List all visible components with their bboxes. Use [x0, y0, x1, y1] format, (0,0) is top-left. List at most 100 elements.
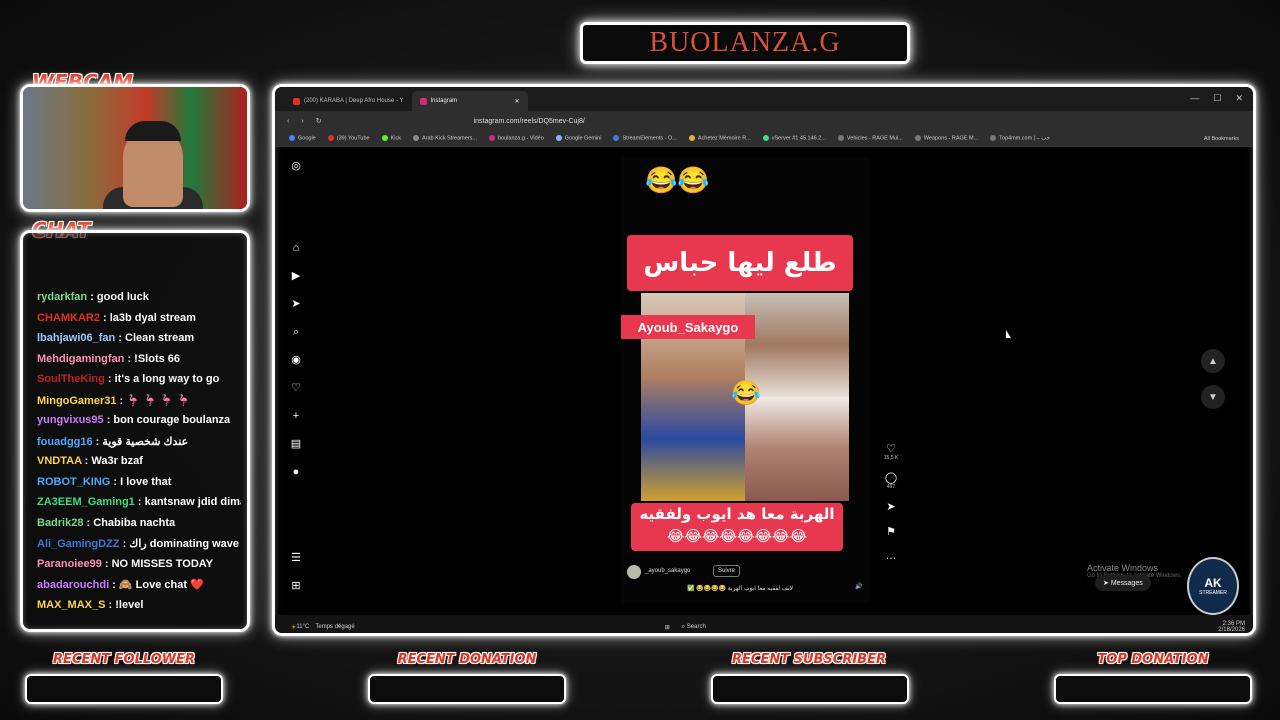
chat-username[interactable]: CHAMKAR2 — [37, 312, 100, 324]
reel-banner: طلع ليها حباس — [627, 235, 853, 291]
chat-text: Wa3r bzaf — [91, 455, 143, 467]
url-field[interactable]: instagram.com/reels/DQ5mev-Cuj8/ — [474, 118, 585, 125]
send-icon[interactable]: ➤ — [289, 297, 303, 311]
chat-message: fouadgg16 : عندك شخصية قوية — [37, 435, 241, 456]
recent-donation-box — [368, 674, 566, 704]
send-icon: ➤ — [1103, 580, 1111, 587]
chat-username[interactable]: Badrik28 — [37, 517, 83, 529]
bookmark-item[interactable]: Arab Kick Streamers... — [412, 135, 477, 142]
chevron-up-icon[interactable]: ▲ — [1201, 349, 1225, 373]
avatar[interactable] — [627, 565, 641, 579]
address-bar: ‹ › ↻ instagram.com/reels/DQ5mev-Cuj8/ — [275, 111, 1253, 131]
comment-icon[interactable]: ◯ — [879, 471, 903, 484]
bookmark-item[interactable]: Google Gemini — [555, 135, 601, 142]
bookmark-item[interactable]: Vehicles - RAGE Mul... — [837, 135, 903, 142]
chat-separator: : — [83, 516, 94, 529]
bookmark-item[interactable]: Kick — [381, 135, 401, 142]
bookmark-item[interactable]: Weapons - RAGE M... — [914, 135, 978, 142]
home-icon[interactable]: ⌂ — [289, 241, 303, 255]
reel-username[interactable]: _ayoub_sakaygo — [645, 568, 690, 574]
bookmark-label: Vehicles - RAGE Mul... — [846, 135, 903, 142]
bookmark-label: (39) YouTube — [336, 135, 370, 142]
taskbar-search[interactable]: ⌕ Search — [682, 624, 706, 631]
tab-instagram[interactable]: Instagram ✕ — [411, 91, 528, 111]
reel-video-player[interactable]: 😂😂 طلع ليها حباس Ayoub_Sakaygo 😂 الهربة … — [621, 157, 869, 603]
bookmark-label: StreamElements - O... — [622, 135, 677, 142]
chat-username[interactable]: SoulTheKing — [37, 373, 105, 385]
chat-separator: : — [87, 291, 97, 303]
chevron-down-icon[interactable]: ▼ — [1201, 385, 1225, 409]
chat-text: 🙈 Love chat ❤️ — [118, 579, 204, 591]
bookmark-item[interactable]: vServer #1 45.146.2... — [762, 135, 826, 142]
chat-separator: : — [109, 579, 119, 591]
bookmark-item[interactable]: Top4mm.com | – حب — [990, 135, 1051, 142]
chat-username[interactable]: Mehdigamingfan — [37, 353, 124, 365]
back-icon[interactable]: ‹ — [287, 118, 289, 125]
instagram-logo-icon[interactable]: ◎ — [289, 159, 303, 173]
chat-username[interactable]: abadarouchdi — [37, 579, 109, 591]
chat-username[interactable]: Ali_GamingDZZ — [37, 538, 120, 550]
search-icon[interactable]: ⌕ — [289, 325, 303, 339]
tab-youtube[interactable]: (200) KARABA | Deep Afro House - Y — [285, 91, 412, 111]
chat-username[interactable]: yungvixus95 — [37, 414, 104, 426]
chat-separator: : — [116, 394, 127, 407]
youtube-icon — [293, 97, 300, 105]
bookmark-item[interactable]: boulanza.g - Vidéo — [489, 135, 544, 142]
windows-start-icon[interactable]: ⊞ — [665, 624, 670, 631]
bookmark-item[interactable]: StreamElements - O... — [613, 135, 677, 142]
bookmark-label: Top4mm.com | – حب — [999, 135, 1051, 142]
chat-username[interactable]: MAX_MAX_S — [37, 599, 105, 611]
share-icon[interactable]: ➤ — [879, 500, 903, 513]
chat-message: CHAMKAR2 : la3b dyal stream — [37, 312, 241, 333]
chat-separator: : — [81, 455, 92, 467]
heart-icon[interactable]: ♡ — [289, 381, 303, 395]
all-bookmarks-button[interactable]: All Bookmarks — [1204, 136, 1239, 142]
bookmark-item[interactable]: Google — [289, 135, 316, 142]
close-window-icon[interactable]: ✕ — [1235, 93, 1243, 104]
bookmark-item[interactable]: Achetez Mémoire R... — [688, 135, 751, 142]
bookmark-item[interactable]: (39) YouTube — [327, 135, 370, 142]
chat-message: MAX_MAX_S : !level — [37, 599, 241, 620]
audio-icon[interactable]: 🔊 — [855, 583, 862, 590]
explore-icon[interactable]: ◉ — [289, 353, 303, 367]
logo-text: AK — [1204, 576, 1222, 590]
reels-icon[interactable]: ▶ — [289, 269, 303, 283]
more-icon[interactable]: … — [879, 550, 903, 562]
chat-text: I love that — [120, 475, 172, 488]
bookmark-favicon-icon — [688, 135, 695, 142]
forward-icon[interactable]: › — [301, 118, 303, 125]
taskbar-clock[interactable]: 2:36 PM 2/18/2026 — [1218, 621, 1245, 633]
chat-username[interactable]: lbahjawi06_fan — [37, 332, 115, 344]
chat-username[interactable]: VNDTAA — [37, 455, 82, 467]
mouse-cursor-icon — [1006, 330, 1011, 338]
bookmark-favicon-icon — [489, 135, 495, 142]
chat-username[interactable]: ZA3EEM_Gaming1 — [37, 496, 135, 508]
chat-username[interactable]: Paranoiee99 — [37, 558, 102, 570]
taskbar-search-label: Search — [686, 623, 706, 630]
bookmark-label: vServer #1 45.146.2... — [771, 135, 826, 142]
chat-message: abadarouchdi : 🙈 Love chat ❤️ — [37, 578, 241, 599]
like-icon[interactable]: ♡ — [879, 442, 903, 455]
chat-message: Paranoiee99 : NO MISSES TODAY — [37, 558, 241, 579]
chat-message: Mehdigamingfan : !Slots 66 — [37, 353, 241, 374]
follow-button[interactable]: Suivre — [713, 565, 741, 577]
maximize-icon[interactable]: ☐ — [1213, 93, 1221, 104]
like-count: 15,5 K — [883, 455, 899, 461]
reload-icon[interactable]: ↻ — [316, 117, 322, 125]
messages-button[interactable]: ➤ Messages — [1095, 575, 1151, 591]
chat-username[interactable]: fouadgg16 — [37, 436, 93, 448]
menu-icon[interactable]: ☰ — [289, 551, 303, 565]
webcam-person-hair — [125, 121, 181, 141]
bookmark-icon[interactable]: ⚑ — [879, 525, 903, 538]
reel-emoji-top: 😂😂 — [645, 165, 710, 195]
bookmark-label: Kick — [390, 135, 401, 142]
profile-avatar-icon[interactable]: ● — [289, 465, 303, 479]
create-icon[interactable]: + — [289, 409, 303, 423]
chat-username[interactable]: ROBOT_KING — [37, 476, 110, 488]
minimize-icon[interactable]: — — [1190, 93, 1199, 104]
chat-username[interactable]: rydarkfan — [37, 291, 87, 303]
meta-icon[interactable]: ⊞ — [289, 579, 303, 593]
stats-icon[interactable]: ▤ — [289, 437, 303, 451]
close-tab-icon[interactable]: ✕ — [514, 98, 519, 105]
chat-username[interactable]: MingoGamer31 — [37, 395, 116, 407]
